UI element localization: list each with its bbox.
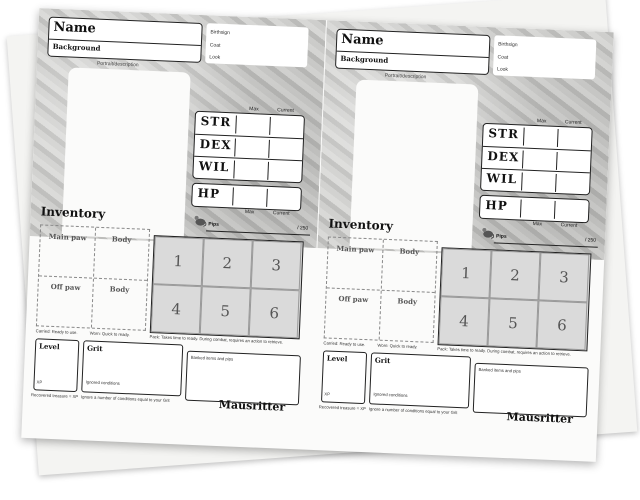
grit-note: Ignore a number of conditions equal to y…	[80, 394, 170, 403]
max-header: Max	[536, 118, 547, 125]
character-sheet-right: Portrait/description Name Background Bir…	[309, 20, 614, 462]
pack-slot: 3	[250, 240, 302, 291]
hp-box: HP	[478, 194, 590, 224]
current-header: Current	[272, 210, 290, 217]
ignored-conditions-label: Ignored conditions	[85, 379, 120, 386]
pack-slot: 4	[150, 284, 202, 335]
worn-note: Worn: Quick to ready.	[377, 342, 418, 350]
carried-note: Carried: Ready to use.	[323, 340, 366, 348]
carried-worn-slots: Main paw Body Off paw Body	[35, 224, 151, 331]
character-sheet-page: Portrait/description Name Background Bir…	[21, 8, 614, 462]
screenshot-scene: Portrait/description Name Background Bir…	[0, 0, 640, 500]
pips-max: / 250	[584, 237, 597, 244]
recovered-note: Recovered treasure = XP	[318, 404, 367, 412]
main-paw-label: Main paw	[336, 243, 375, 255]
inventory-title: Inventory	[328, 216, 394, 234]
pack-slot: 4	[438, 296, 490, 347]
birthsign-label: Birthsign	[210, 29, 230, 37]
hp-box: HP	[191, 182, 302, 212]
level-label: Level	[326, 353, 348, 364]
pack-slot: 3	[538, 252, 590, 303]
max-header: Max	[244, 208, 255, 216]
name-label: Name	[53, 19, 97, 37]
mouse-icon	[482, 227, 495, 239]
level-box: Level XP	[320, 350, 368, 405]
pack-slot: 5	[199, 286, 251, 337]
stat-label: DEX	[487, 149, 520, 165]
inventory-title: Inventory	[40, 204, 106, 222]
coat-label: Coat	[209, 42, 221, 49]
pack-slot: 1	[152, 236, 204, 287]
pack-grid: 1 2 3 4 5 6	[437, 247, 592, 352]
name-box: Name Background	[334, 28, 491, 76]
pips-label: Pips	[495, 233, 507, 240]
pack-slot: 2	[489, 250, 541, 301]
stats-box: STR DEX WIL	[192, 110, 305, 184]
off-paw-label: Off paw	[338, 293, 369, 305]
stat-label: WIL	[486, 171, 518, 187]
body-label: Body	[111, 234, 132, 245]
xp-label: XP	[36, 379, 43, 385]
pack-slot: 5	[487, 298, 539, 349]
current-header: Current	[560, 222, 578, 229]
stats-box: STR DEX WIL	[479, 122, 593, 196]
pack-slot: 2	[201, 238, 253, 289]
grit-label: Grit	[86, 343, 103, 354]
level-box: Level XP	[33, 338, 80, 393]
background-label: Background	[340, 53, 389, 65]
pack-grid: 1 2 3 4 5 6	[149, 235, 304, 340]
carried-worn-slots: Main paw Body Off paw Body	[323, 236, 438, 343]
body-label: Body	[399, 246, 420, 257]
pack-slot: 1	[440, 248, 492, 299]
body-label: Body	[109, 284, 130, 295]
stat-label: WIL	[198, 158, 230, 175]
mouse-icon	[194, 215, 207, 227]
max-header: Max	[532, 221, 543, 228]
name-label: Name	[340, 31, 384, 49]
pack-slot: 6	[248, 288, 300, 339]
ignored-conditions-label: Ignored conditions	[373, 391, 408, 398]
stat-label: STR	[488, 126, 520, 142]
grit-label: Grit	[374, 355, 391, 366]
off-paw-label: Off paw	[50, 281, 81, 293]
grit-box: Grit Ignored conditions	[368, 352, 472, 409]
pips-max: / 250	[297, 225, 309, 232]
banked-label: Banked items and pips	[478, 366, 521, 374]
look-label: Look	[496, 66, 509, 73]
background-label: Background	[52, 41, 101, 53]
carried-note: Carried: Ready to use.	[35, 328, 78, 336]
stat-label: STR	[200, 114, 232, 130]
character-sheet-left: Portrait/description Name Background Bir…	[21, 8, 327, 450]
brand-logo: Mausritter	[218, 398, 286, 414]
hp-label: HP	[197, 185, 221, 201]
worn-note: Worn: Quick to ready.	[89, 330, 130, 338]
banked-box: Banked items and pips	[472, 362, 589, 418]
stat-label: DEX	[199, 136, 232, 153]
level-label: Level	[38, 341, 60, 352]
pips-label: Pips	[208, 221, 220, 228]
max-header: Max	[249, 106, 259, 113]
brand-logo: Mausritter	[506, 410, 574, 426]
xp-label: XP	[324, 391, 331, 397]
hp-label: HP	[485, 198, 509, 213]
grit-note: Ignore a number of conditions equal to y…	[368, 406, 458, 416]
grit-box: Grit Ignored conditions	[81, 340, 184, 397]
bio-box: Birthsign Coat Look	[205, 23, 309, 68]
current-header: Current	[564, 119, 582, 126]
pack-slot: 6	[536, 300, 588, 351]
birthsign-label: Birthsign	[498, 41, 518, 49]
banked-box: Banked items and pips	[184, 350, 301, 406]
body-label: Body	[397, 296, 418, 307]
current-header: Current	[277, 107, 294, 114]
look-label: Look	[209, 54, 221, 61]
recovered-note: Recovered treasure = XP	[30, 392, 79, 400]
coat-label: Coat	[497, 54, 509, 61]
banked-label: Banked items and pips	[190, 354, 234, 362]
bio-box: Birthsign Coat Look	[492, 35, 597, 80]
main-paw-label: Main paw	[48, 231, 87, 243]
name-box: Name Background	[47, 16, 203, 63]
